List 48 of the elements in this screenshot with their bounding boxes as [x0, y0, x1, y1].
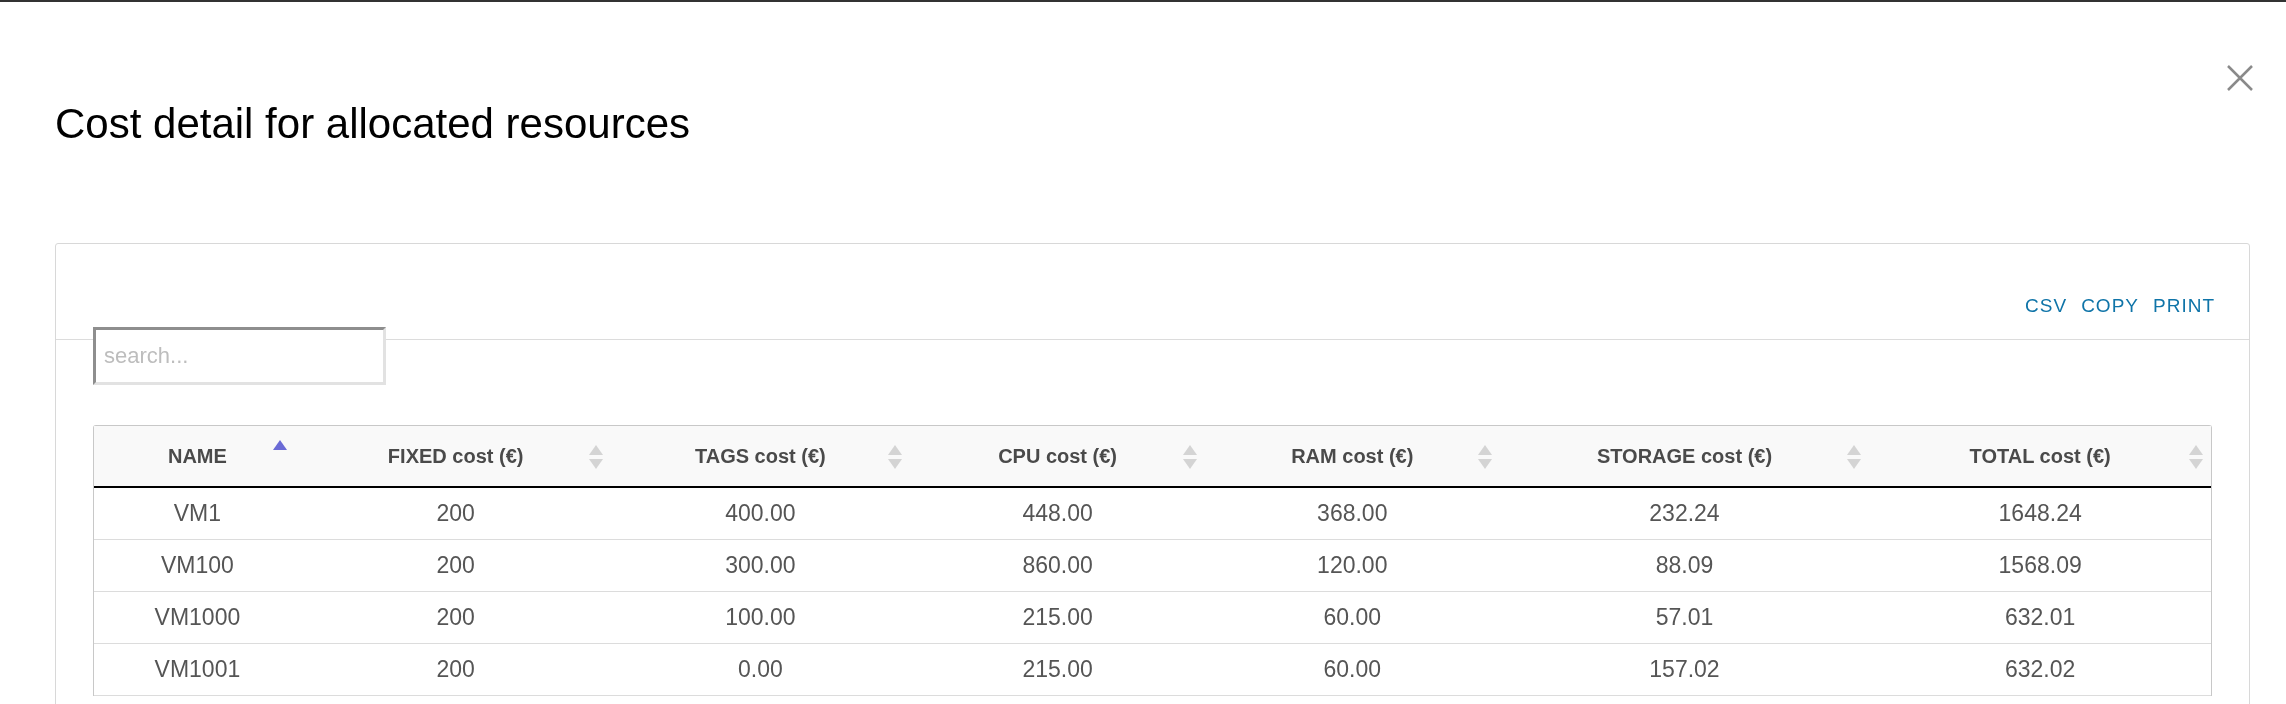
table-cell-text: 157.02 — [1648, 655, 1721, 685]
table-cell-text: 57.01 — [1654, 603, 1715, 633]
table-cell-text: 60.00 — [1322, 655, 1383, 685]
column-label: NAME — [167, 444, 227, 469]
column-header[interactable]: RAM cost (€) — [1204, 426, 1500, 486]
table-cell-text: 632.02 — [2003, 655, 2077, 685]
column-header[interactable]: CPU cost (€) — [910, 426, 1205, 486]
table-cell-text: 300.00 — [724, 551, 797, 581]
column-header[interactable]: TAGS cost (€) — [610, 426, 911, 486]
column-label: TAGS cost (€) — [694, 444, 826, 469]
table-cell-text: 200 — [435, 655, 476, 685]
table-cell-text: 100.00 — [724, 603, 797, 633]
table-cell-text: VM1001 — [153, 655, 242, 685]
table-cell-text: 448.00 — [1021, 499, 1094, 529]
table-cell-text: 88.09 — [1654, 551, 1715, 581]
table-cell-text: VM1 — [172, 499, 223, 529]
table-cell-text: VM1000 — [153, 603, 242, 633]
column-label: STORAGE cost (€) — [1596, 444, 1773, 469]
column-label: CPU cost (€) — [998, 444, 1118, 469]
table-cell-text: 232.24 — [1648, 499, 1721, 529]
table-cell-text: 860.00 — [1021, 551, 1094, 581]
table-cell-text: 215.00 — [1021, 603, 1094, 633]
table-cell-text: 200 — [435, 499, 476, 529]
table-cell-text: 1568.09 — [1997, 551, 2083, 581]
export-link[interactable]: COPY — [2081, 294, 2139, 318]
table-cell-text: 215.00 — [1021, 655, 1094, 685]
table-cell-text: 200 — [435, 551, 476, 581]
column-header[interactable]: TOTAL cost (€) — [1869, 426, 2211, 486]
column-label: FIXED cost (€) — [387, 444, 524, 469]
close-icon[interactable] — [2226, 64, 2254, 92]
column-header[interactable]: NAME — [94, 426, 301, 486]
table-cell-text: VM100 — [159, 551, 235, 581]
column-label: RAM cost (€) — [1291, 444, 1414, 469]
export-link[interactable]: PRINT — [2153, 294, 2215, 318]
table-cell-text: 0.00 — [736, 655, 784, 685]
table-cell-text: 1648.24 — [1997, 499, 2083, 529]
dialog-title: Cost detail for allocated resources — [55, 100, 691, 148]
export-link[interactable]: CSV — [2025, 294, 2068, 318]
table-cell-text: 120.00 — [1316, 551, 1389, 581]
column-header[interactable]: STORAGE cost (€) — [1499, 426, 1870, 486]
table-cell-text: 400.00 — [724, 499, 797, 529]
table-cell-text: 368.00 — [1316, 499, 1389, 529]
column-header[interactable]: FIXED cost (€) — [300, 426, 611, 486]
table-cell-text: 632.01 — [2003, 603, 2077, 633]
table-cell-text: 60.00 — [1322, 603, 1383, 633]
search-field[interactable]: search... — [93, 327, 386, 385]
column-label: TOTAL cost (€) — [1969, 444, 2111, 469]
table-cell-text: 200 — [435, 603, 476, 633]
